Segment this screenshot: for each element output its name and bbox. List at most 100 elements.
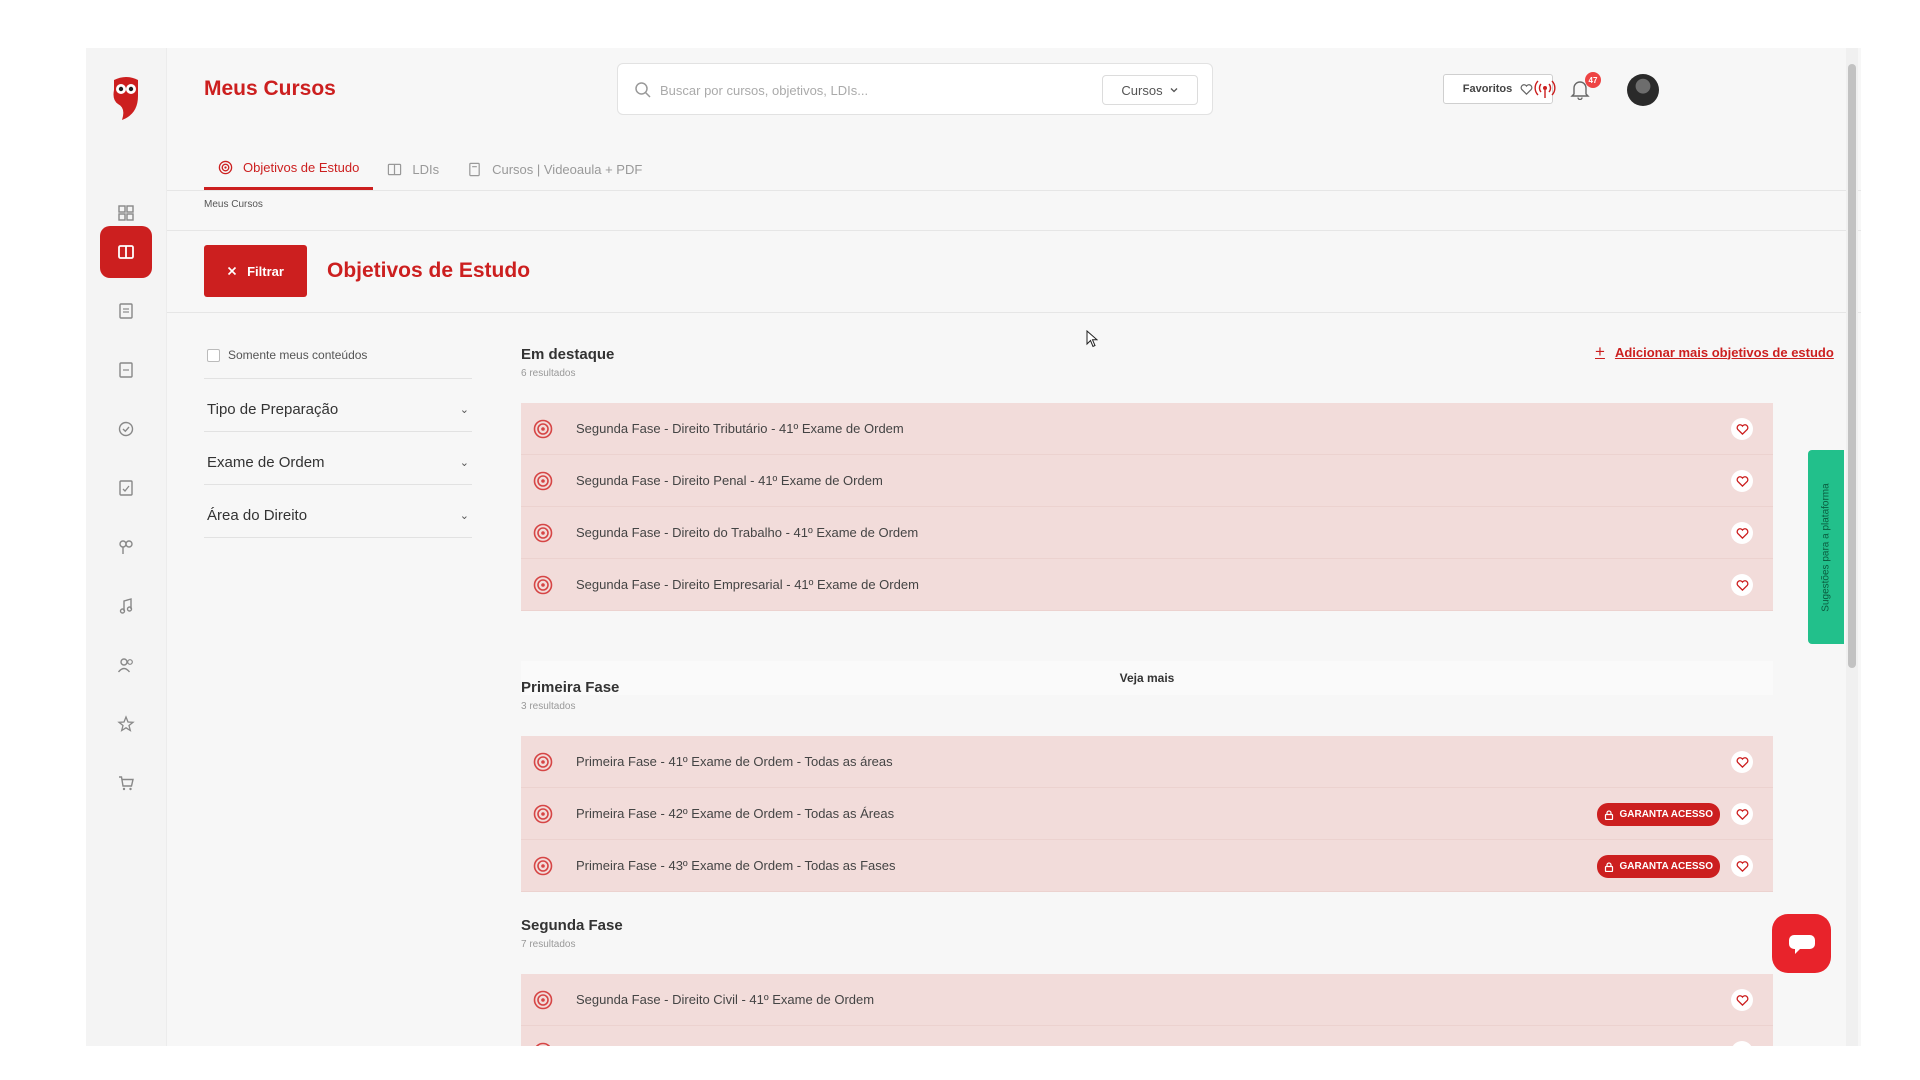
list-primeira-fase: Primeira Fase - 41º Exame de Ordem - Tod… [521,736,1773,892]
favorite-heart-button[interactable] [1731,522,1753,544]
user-avatar[interactable] [1627,74,1659,106]
notebook-icon [119,362,133,378]
list-item[interactable]: Segunda Fase - Direito Civil - 41º Exame… [521,974,1773,1026]
sidebar-item-documents[interactable] [100,285,152,337]
filter-tipo-de-preparacao[interactable]: Tipo de Preparação ⌄ [207,401,469,418]
list-item[interactable]: Segunda Fase - Direito Tributário - 41º … [521,403,1773,455]
tab-label: Cursos | Videoaula + PDF [492,161,643,177]
target-icon [533,990,553,1010]
list-item[interactable]: Primeira Fase - 42º Exame de Ordem - Tod… [521,788,1773,840]
scrollbar-thumb[interactable] [1848,64,1856,668]
tab-ldis[interactable]: LDIs [373,148,453,190]
list-item[interactable]: Primeira Fase - 43º Exame de Ordem - Tod… [521,840,1773,892]
tab-objetivos-de-estudo[interactable]: Objetivos de Estudo [204,148,374,190]
search-scope-label: Cursos [1121,82,1163,98]
vertical-scrollbar[interactable] [1846,48,1858,1046]
list-item[interactable]: Segunda Fase - Direito do Trabalho - 41º… [521,507,1773,559]
divider [204,484,472,485]
favorite-heart-button[interactable] [1731,989,1753,1011]
list-item[interactable]: Segunda Fase - Direito Penal - 41º Exame… [521,455,1773,507]
heart-icon [1736,756,1748,768]
target-icon [533,523,553,543]
music-note-icon [119,598,133,614]
close-icon [228,266,237,276]
divider [167,190,1861,191]
favorite-heart-button[interactable] [1731,574,1753,596]
search-scope-select[interactable]: Cursos [1102,75,1198,105]
list-item-label: Primeira Fase - 43º Exame de Ordem - Tod… [576,858,896,873]
divider [167,312,1861,313]
notification-badge: 47 [1585,72,1601,88]
sidebar-item-tools[interactable] [100,521,152,573]
group-title-primeira-fase: Primeira Fase [521,679,620,696]
live-broadcast-icon[interactable] [1534,78,1556,100]
only-mine-checkbox-row[interactable]: Somente meus conteúdos [207,348,367,362]
book-open-icon [118,245,134,259]
sidebar-item-favorites[interactable] [100,698,152,750]
access-badge[interactable]: GARANTA ACESSO [1597,855,1720,878]
breadcrumb[interactable]: Meus Cursos [204,199,263,210]
sidebar-item-meus-cursos[interactable] [100,226,152,278]
access-badge-label: GARANTA ACESSO [1619,809,1713,820]
heart-icon [1736,423,1748,435]
chat-bubble-icon [1788,934,1815,954]
chevron-down-icon: ⌄ [459,404,469,416]
favorite-heart-button[interactable] [1731,470,1753,492]
plus-icon: + [1595,342,1605,361]
list-em-destaque: Segunda Fase - Direito Tributário - 41º … [521,403,1773,611]
sidebar-item-community[interactable] [100,639,152,691]
tab-cursos-videoaula-pdf[interactable]: Cursos | Videoaula + PDF [453,148,656,190]
heart-icon [1736,475,1748,487]
lock-icon [1605,809,1614,820]
owl-logo-icon[interactable] [108,74,144,120]
book-open-icon [388,163,402,175]
access-badge[interactable]: GARANTA ACESSO [1597,803,1720,826]
filter-exame-de-ordem[interactable]: Exame de Ordem ⌄ [207,454,469,471]
favorite-heart-button[interactable] [1731,855,1753,877]
heart-icon [1736,579,1748,591]
list-item[interactable]: Segunda Fase - Direito Empresarial - 41º… [521,559,1773,611]
list-item[interactable] [521,1026,1773,1046]
divider [167,230,1861,231]
search-bar[interactable]: Cursos [617,63,1213,115]
list-segunda-fase: Segunda Fase - Direito Civil - 41º Exame… [521,974,1773,1046]
list-item[interactable]: Primeira Fase - 41º Exame de Ordem - Tod… [521,736,1773,788]
group-count: 6 resultados [521,368,576,379]
favorite-heart-button[interactable] [1731,418,1753,440]
search-icon [635,82,651,98]
star-icon [117,715,135,732]
access-badge-label: GARANTA ACESSO [1619,861,1713,872]
tab-label: LDIs [412,161,440,177]
sidebar-item-tasks[interactable] [100,462,152,514]
heart-icon [1736,994,1748,1006]
filter-button[interactable]: Filtrar [204,245,307,297]
add-study-goals-link[interactable]: + Adicionar mais objetivos de estudo [1595,342,1834,362]
suggestions-tab[interactable]: Sugestões para a plataforma [1808,450,1844,644]
target-icon [533,419,553,439]
heart-icon [1736,808,1748,820]
chat-button[interactable] [1772,914,1831,973]
tab-bar: Objetivos de Estudo LDIs Cursos | Videoa… [204,148,656,190]
search-input[interactable] [660,78,1080,102]
filter-area-do-direito[interactable]: Área do Direito ⌄ [207,507,469,524]
tools-icon [119,540,133,554]
sidebar-item-store[interactable] [100,757,152,809]
sidebar-item-progress[interactable] [100,403,152,455]
favorite-heart-button[interactable] [1731,803,1753,825]
sidebar-item-audio[interactable] [100,580,152,632]
filter-label: Área do Direito [207,507,308,524]
main-content: Meus Cursos Cursos Favoritos 47 Objetivo… [166,48,1861,1046]
only-mine-checkbox[interactable] [207,348,220,362]
see-more-button[interactable]: Veja mais [521,661,1773,695]
divider [204,537,472,538]
page-title: Meus Cursos [204,77,336,100]
favorite-heart-button[interactable] [1731,1041,1753,1046]
target-icon [533,471,553,491]
sidebar-item-notebook[interactable] [100,344,152,396]
heart-icon [1736,860,1748,872]
favorite-heart-button[interactable] [1731,751,1753,773]
cart-icon [119,776,134,791]
group-count: 3 resultados [521,701,576,712]
list-item-label: Segunda Fase - Direito Civil - 41º Exame… [576,992,875,1007]
mouse-cursor-icon [1086,330,1098,348]
